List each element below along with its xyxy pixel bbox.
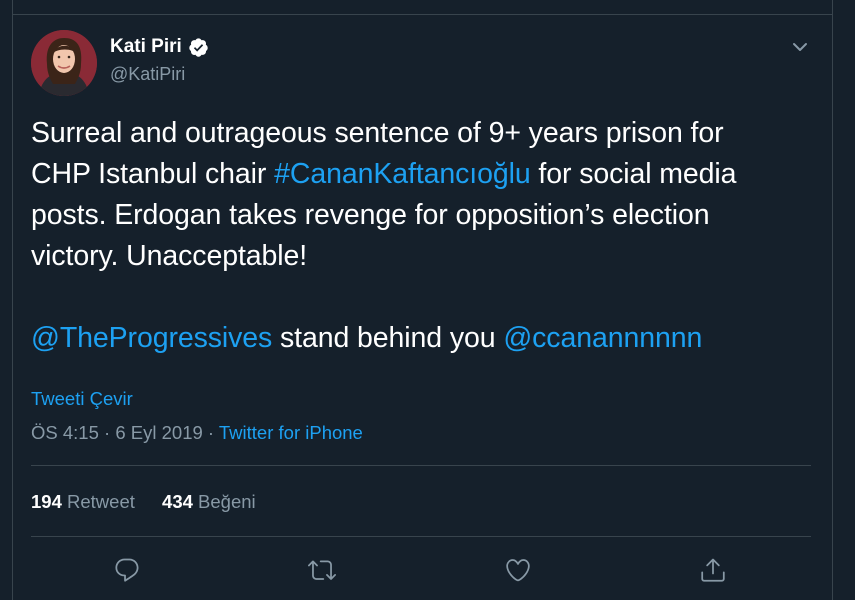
retweet-button[interactable] xyxy=(308,556,336,584)
tweet-text: Surreal and outrageous sentence of 9+ ye… xyxy=(31,113,821,359)
mention-ccanannnnnn[interactable]: @ccanannnnnn xyxy=(503,322,702,354)
chevron-down-icon xyxy=(793,43,807,51)
meta-separator: · xyxy=(98,422,116,443)
likes-count: 434 xyxy=(162,491,193,512)
meta-separator-2: · xyxy=(202,422,219,443)
retweets-stat[interactable]: 194 Retweet xyxy=(31,491,135,512)
avatar-photo xyxy=(31,30,97,96)
retweets-count: 194 xyxy=(31,491,62,512)
reply-icon xyxy=(115,558,139,582)
tweet-page: Kati Piri @KatiPiri Surreal and outrageo… xyxy=(0,0,855,600)
top-divider xyxy=(12,14,833,15)
author-name-row[interactable]: Kati Piri xyxy=(110,36,209,58)
tweet-line-3: posts. Erdogan takes revenge for opposit… xyxy=(31,199,710,231)
likes-stat[interactable]: 434 Beğeni xyxy=(162,491,256,512)
verified-badge-icon xyxy=(189,37,208,57)
translate-tweet-link[interactable]: Tweeti Çevir xyxy=(31,388,133,410)
column-border-left xyxy=(12,0,13,600)
share-button[interactable] xyxy=(699,556,727,584)
author-avatar[interactable] xyxy=(31,30,97,96)
like-button[interactable] xyxy=(504,556,532,584)
tweet-line-4: victory. Unacceptable! xyxy=(31,240,308,272)
reply-button[interactable] xyxy=(113,556,141,584)
heart-icon xyxy=(506,559,530,582)
author-name[interactable]: Kati Piri xyxy=(110,36,182,58)
share-icon xyxy=(701,558,725,582)
mention-theprogressives[interactable]: @TheProgressives xyxy=(31,322,272,354)
tweet-line-1: Surreal and outrageous sentence of 9+ ye… xyxy=(31,117,724,149)
tweet-source-link[interactable]: Twitter for iPhone xyxy=(219,422,363,443)
author-handle[interactable]: @KatiPiri xyxy=(110,64,185,85)
retweet-icon xyxy=(308,560,336,580)
stats-divider-bottom xyxy=(31,536,811,537)
tweet-menu-button[interactable] xyxy=(789,36,811,58)
retweets-label: Retweet xyxy=(61,491,135,512)
column-border-right xyxy=(832,0,833,600)
likes-label: Beğeni xyxy=(192,491,256,512)
hashtag-link[interactable]: #CananKaftancıoğlu xyxy=(274,158,531,190)
tweet-metadata: ÖS 4:15 · 6 Eyl 2019 · Twitter for iPhon… xyxy=(31,422,363,444)
tweet-line-2: CHP Istanbul chair #CananKaftancıoğlu fo… xyxy=(31,158,737,190)
tweet-line-6: @TheProgressives stand behind you @ccana… xyxy=(31,322,703,354)
tweet-time[interactable]: ÖS 4:15 xyxy=(31,422,99,443)
tweet-date[interactable]: 6 Eyl 2019 xyxy=(115,422,202,443)
stats-divider-top xyxy=(31,465,811,466)
tweet-stats: 194 Retweet 434 Beğeni xyxy=(31,491,278,513)
